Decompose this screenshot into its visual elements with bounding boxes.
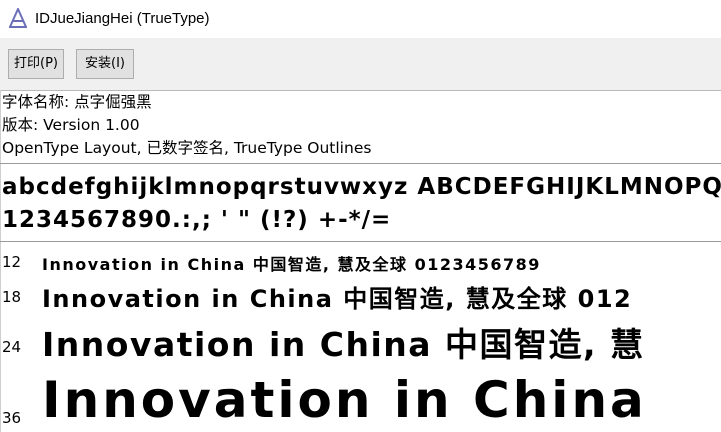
title-bar: IDJueJiangHei (TrueType) [0,0,721,38]
sample-size-label: 36 [2,409,22,427]
sample-text: Innovation in China 中国智造, 慧 [42,325,645,364]
sample-text: Innovation in China 中国智造, 慧及全球 012 [42,285,633,313]
sample-text: Innovation in China 中国智造, 慧及全球 012345678… [42,255,541,274]
toolbar: 打印(P) 安装(I) [0,38,721,91]
charset-letters: abcdefghijklmnopqrstuvwxyz ABCDEFGHIJKLM… [2,174,721,200]
font-features-text: OpenType Layout, 已数字签名, TrueType Outline… [2,139,372,157]
charset-digits-symbols: 1234567890.:,; ' " (!?) +-*/= [2,207,392,233]
sample-row-36: 36 Innovation in China [0,370,721,432]
sample-row-24: 24 Innovation in China 中国智造, 慧 [0,317,721,365]
font-name-text: 字体名称: 点字倔强黑 [2,93,152,111]
font-viewer-icon [9,8,27,28]
window-title: IDJueJiangHei (TrueType) [35,10,210,27]
sample-size-label: 18 [2,288,22,306]
divider [0,241,721,242]
sample-text: Innovation in China [42,371,647,429]
sample-row-18: 18 Innovation in China 中国智造, 慧及全球 012 [0,279,721,313]
font-info: 字体名称: 点字倔强黑 版本: Version 1.00 OpenType La… [0,91,721,160]
font-version-text: 版本: Version 1.00 [2,116,140,134]
install-button[interactable]: 安装(I) [76,49,134,79]
sample-row-12: 12 Innovation in China 中国智造, 慧及全球 012345… [0,250,721,274]
sample-size-label: 12 [2,253,22,271]
print-button[interactable]: 打印(P) [8,49,64,79]
divider [0,163,721,164]
sample-size-label: 24 [2,338,22,356]
